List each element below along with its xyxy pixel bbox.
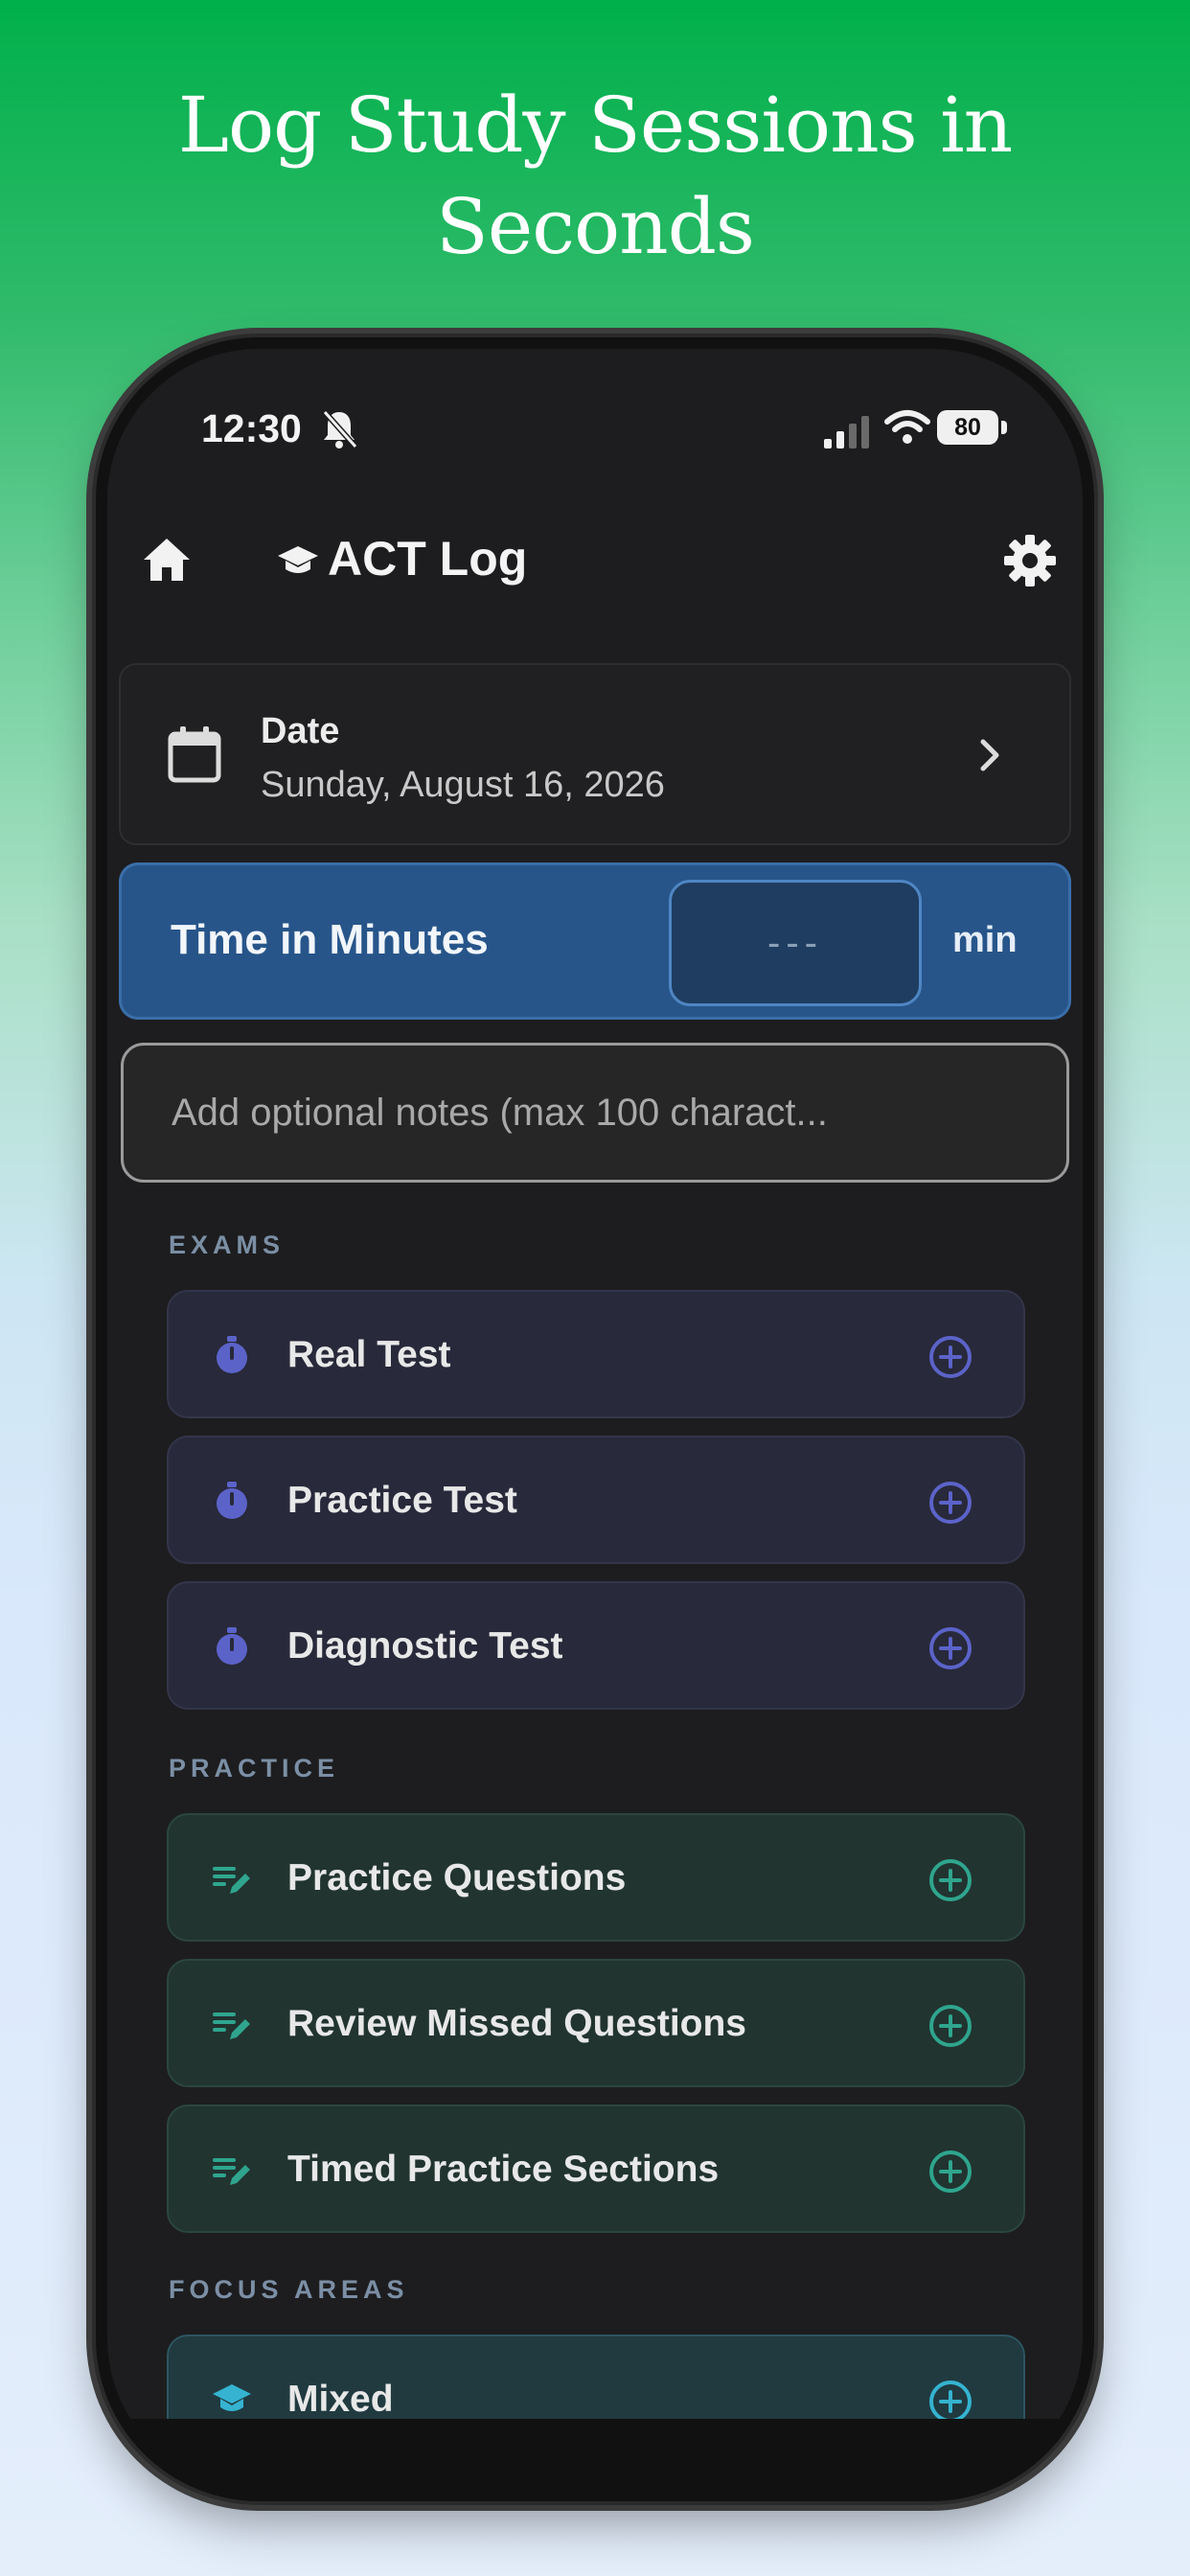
section-header-focus-areas: FOCUS AREAS [169,2275,409,2304]
add-circle-icon[interactable] [927,1480,973,1526]
chevron-right-icon [980,739,999,771]
headline-line-2: Seconds [436,182,755,271]
list-item-label: Real Test [287,1334,451,1375]
list-item-practice-questions[interactable]: Practice Questions [167,1813,1025,1942]
phone-frame: 12:30 80 ACT Log Date Sunday, August 16,… [96,337,1094,2501]
add-circle-icon[interactable] [927,2003,973,2049]
add-circle-icon[interactable] [927,1857,973,1903]
date-label: Date [261,711,340,751]
stopwatch-icon [217,1336,247,1373]
list-item-diagnostic-test[interactable]: Diagnostic Test [167,1581,1025,1710]
edit-list-icon [213,2012,250,2039]
list-item-label: Diagnostic Test [287,1625,563,1667]
list-item-label: Practice Questions [287,1857,627,1898]
gear-icon[interactable] [1002,533,1058,588]
notes-input[interactable]: Add optional notes (max 100 charact... [121,1043,1069,1183]
list-item-label: Timed Practice Sections [287,2149,720,2190]
home-icon[interactable] [140,535,194,585]
add-circle-icon[interactable] [927,1334,973,1380]
section-header-practice: PRACTICE [169,1754,340,1782]
battery-level: 80 [937,410,998,445]
stopwatch-icon [217,1627,247,1665]
app-screen: 12:30 80 ACT Log Date Sunday, August 16,… [107,349,1083,2490]
minutes-input[interactable]: --- [669,880,922,1006]
edit-list-icon [213,1867,250,1894]
add-circle-icon[interactable] [927,1625,973,1671]
headline: Log Study Sessions in Seconds [0,75,1190,278]
calendar-icon [168,726,221,783]
graduation-cap-icon [278,546,318,573]
time-in-minutes-card: Time in Minutes --- min [119,862,1071,1020]
list-item-real-test[interactable]: Real Test [167,1290,1025,1418]
list-item-practice-test[interactable]: Practice Test [167,1436,1025,1564]
time-label: Time in Minutes [171,916,489,963]
graduation-cap-icon [213,2384,251,2411]
list-item-review-missed-questions[interactable]: Review Missed Questions [167,1959,1025,2087]
list-item-label: Review Missed Questions [287,2003,746,2044]
list-item-label: Mixed [287,2379,394,2420]
status-time: 12:30 [201,406,302,450]
app-title: ACT Log [328,532,528,586]
cellular-signal-icon [824,416,869,448]
add-circle-icon[interactable] [927,2149,973,2195]
bell-muted-icon [322,410,358,448]
date-value: Sunday, August 16, 2026 [261,765,665,805]
wifi-icon [884,410,930,444]
add-circle-icon[interactable] [927,2379,973,2425]
edit-list-icon [213,2158,250,2185]
headline-line-1: Log Study Sessions in [177,80,1013,170]
list-item-timed-practice-sections[interactable]: Timed Practice Sections [167,2104,1025,2233]
minutes-unit: min [952,920,1018,960]
battery-nub [1001,421,1007,434]
list-item-label: Practice Test [287,1480,517,1521]
date-picker-card[interactable]: Date Sunday, August 16, 2026 [119,663,1071,845]
battery-indicator: 80 [937,410,1012,447]
screen-bottom-bezel [107,2419,1083,2490]
section-header-exams: EXAMS [169,1230,286,1259]
stopwatch-icon [217,1482,247,1519]
